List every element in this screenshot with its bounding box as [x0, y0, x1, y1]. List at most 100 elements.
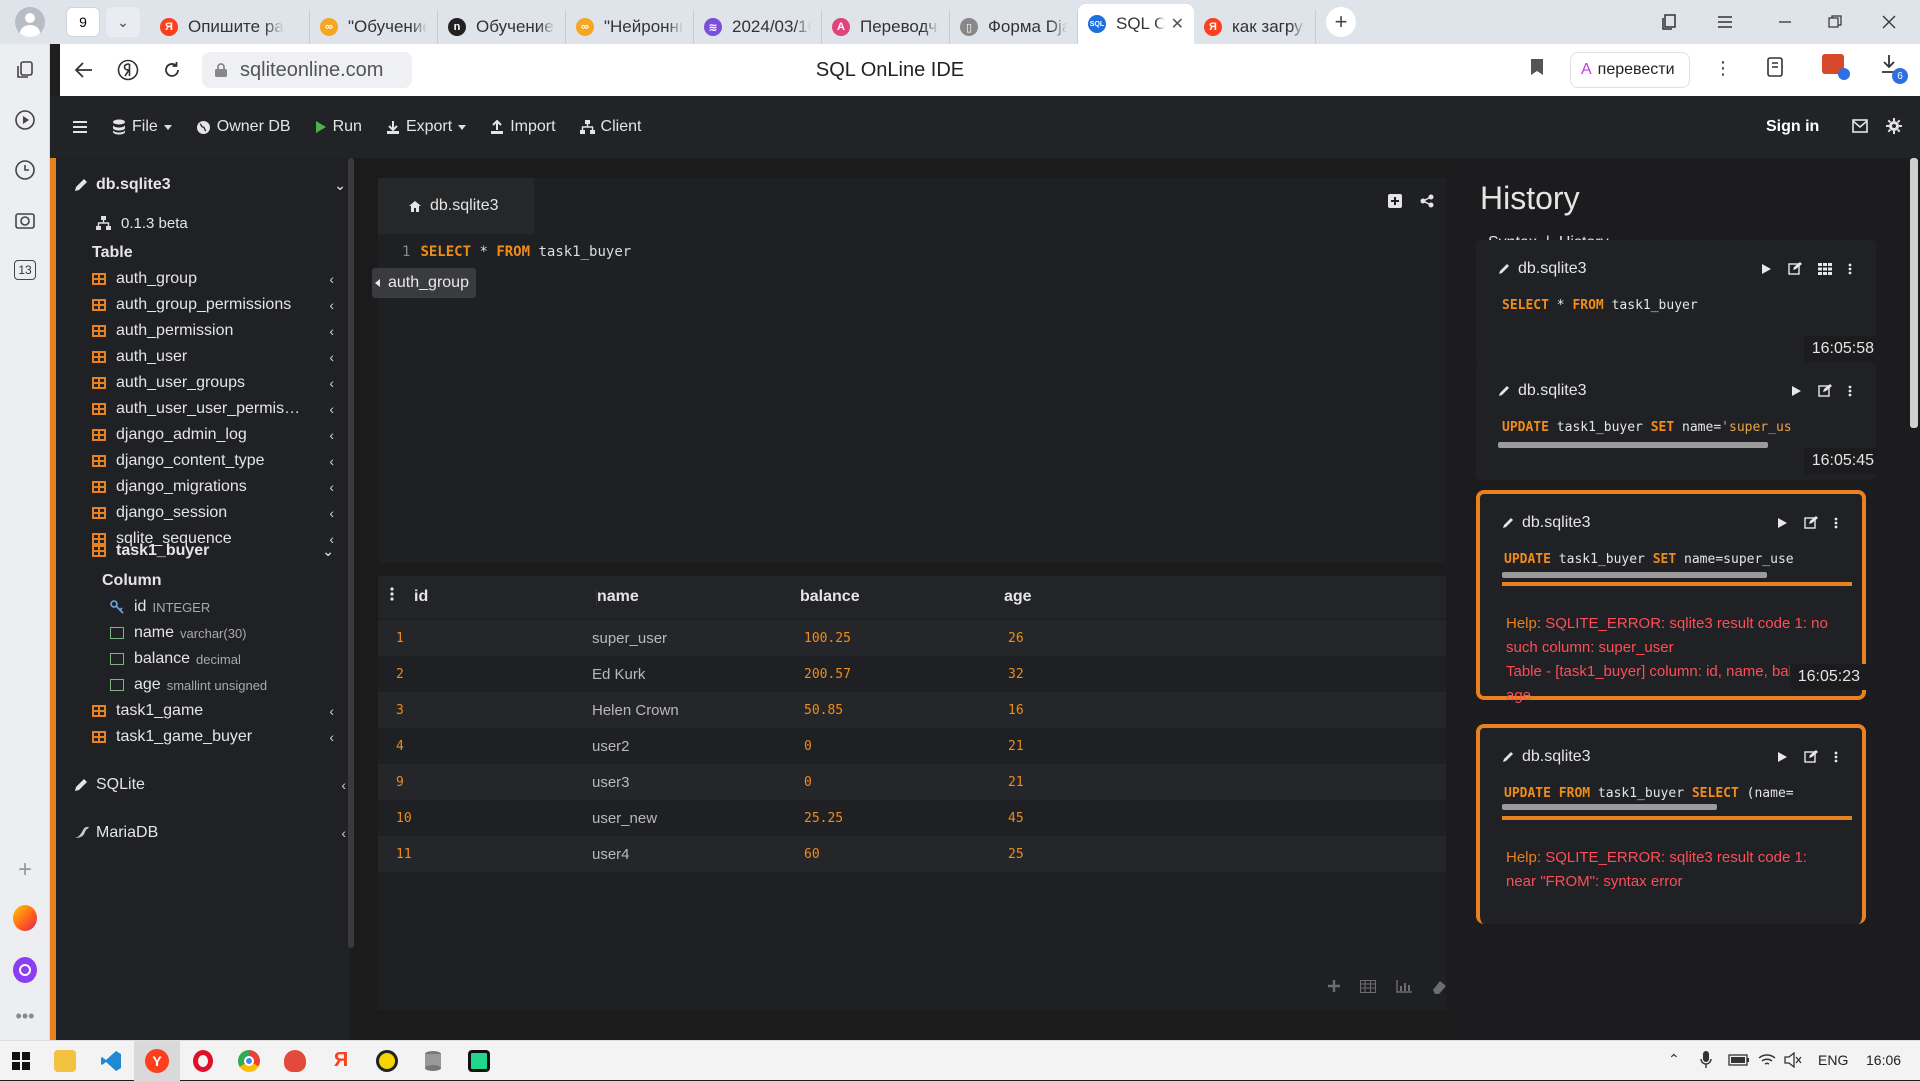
cell-age[interactable]: 16	[1008, 703, 1024, 718]
collections-button[interactable]	[1646, 0, 1692, 44]
browser-tab[interactable]: ∞ "Нейронные	[566, 10, 694, 44]
wifi-tray-icon[interactable]	[1758, 1052, 1776, 1068]
cell-age[interactable]: 25	[1008, 847, 1024, 862]
table-row[interactable]: 9 user3 0 21	[378, 764, 1458, 800]
tray-expand-button[interactable]: ⌃	[1668, 1051, 1680, 1068]
import-button[interactable]: Import	[490, 107, 556, 147]
clock[interactable]: 16:06	[1866, 1052, 1901, 1068]
cell-age[interactable]: 21	[1008, 775, 1024, 790]
browser-tab[interactable]: Я Опишите ра	[150, 10, 310, 44]
back-button[interactable]	[64, 50, 104, 90]
run-again-button[interactable]	[1777, 517, 1788, 529]
cell-id[interactable]: 11	[396, 847, 412, 862]
cell-balance[interactable]: 60	[804, 847, 820, 862]
tab-list-dropdown[interactable]: ⌄	[106, 7, 140, 37]
menu-toggle-button[interactable]	[72, 107, 88, 147]
language-indicator[interactable]: ENG	[1818, 1052, 1848, 1068]
mic-tray-icon[interactable]	[1700, 1051, 1712, 1069]
table-row[interactable]: 1 super_user 100.25 26	[378, 620, 1458, 656]
edit-query-button[interactable]	[1804, 516, 1818, 529]
cell-age[interactable]: 45	[1008, 811, 1024, 826]
table-row[interactable]: task1_game_buyer ‹	[92, 722, 382, 752]
cell-balance[interactable]: 200.57	[804, 667, 851, 682]
add-tab-button[interactable]	[1388, 194, 1402, 208]
cell-balance[interactable]: 25.25	[804, 811, 843, 826]
autocomplete-tooltip[interactable]: auth_group	[372, 268, 476, 298]
screenshot-sidebar-button[interactable]	[13, 208, 37, 232]
cell-age[interactable]: 21	[1008, 739, 1024, 754]
edit-query-button[interactable]	[1818, 384, 1832, 397]
query-scroll-bar[interactable]	[1502, 572, 1767, 578]
code-line[interactable]: 1 SELECT * FROM task1_buyer	[402, 244, 631, 260]
collections-sidebar-button[interactable]	[13, 58, 37, 82]
run-again-button[interactable]	[1791, 385, 1802, 397]
more-options-button[interactable]: ⋮	[1714, 58, 1732, 79]
explorer-taskbar-button[interactable]	[42, 1041, 88, 1081]
table-view-button[interactable]	[1360, 980, 1376, 994]
column-header-name[interactable]: name	[596, 588, 639, 606]
browser-tab[interactable]: A Переводчик	[822, 10, 950, 44]
cell-name[interactable]: user3	[592, 774, 630, 791]
owner-db-button[interactable]: Owner DB	[196, 107, 291, 147]
close-window-button[interactable]	[1866, 0, 1912, 44]
paint-taskbar-button[interactable]	[272, 1041, 318, 1081]
cell-name[interactable]: user_new	[592, 810, 657, 827]
history-more-button[interactable]	[1834, 517, 1838, 529]
app-yellow-taskbar-button[interactable]	[364, 1041, 410, 1081]
schema-scrollbar[interactable]	[348, 158, 354, 948]
tab-count-button[interactable]: 9	[66, 7, 100, 37]
browser-tab[interactable]: ≋ 2024/03/16 0	[694, 10, 822, 44]
db-header[interactable]: db.sqlite3 ⌄	[74, 170, 364, 200]
battery-tray-icon[interactable]	[1728, 1053, 1750, 1067]
history-sidebar-button[interactable]	[13, 158, 37, 182]
opera-taskbar-button[interactable]	[180, 1041, 226, 1081]
yandex-red-taskbar-button[interactable]: Я	[318, 1041, 364, 1081]
reload-button[interactable]	[152, 50, 192, 90]
yandex-button[interactable]	[108, 50, 148, 90]
cell-name[interactable]: Helen Crown	[592, 702, 679, 719]
table-row[interactable]: 11 user4 60 25	[378, 836, 1458, 872]
database-taskbar-button[interactable]	[410, 1041, 456, 1081]
run-button[interactable]: Run	[315, 107, 362, 147]
run-again-button[interactable]	[1777, 751, 1788, 763]
edit-query-button[interactable]	[1804, 750, 1818, 763]
show-result-button[interactable]	[1818, 262, 1832, 275]
chrome-taskbar-button[interactable]	[226, 1041, 272, 1081]
query-scroll-bar[interactable]	[1502, 804, 1717, 810]
browser-tab[interactable]: ∞ "Обучение с	[310, 10, 438, 44]
expanded-table-row[interactable]: task1_buyer ⌄	[92, 536, 382, 566]
file-menu[interactable]: File	[112, 107, 172, 147]
add-row-button[interactable]	[1328, 980, 1340, 994]
client-button[interactable]: Client	[579, 107, 641, 147]
menu-button[interactable]	[1702, 0, 1748, 44]
extension-button[interactable]	[1822, 54, 1850, 80]
close-tab-icon[interactable]: ✕	[1171, 14, 1184, 34]
table-row[interactable]: 4 user2 0 21	[378, 728, 1458, 764]
cell-name[interactable]: user4	[592, 846, 630, 863]
browser-tab[interactable]: ▯ Форма Djang	[950, 10, 1078, 44]
cell-name[interactable]: Ed Kurk	[592, 666, 645, 683]
column-menu-button[interactable]	[390, 587, 394, 601]
pycharm-taskbar-button[interactable]	[456, 1041, 502, 1081]
settings-button[interactable]	[1886, 118, 1902, 134]
column-header-balance[interactable]: balance	[800, 588, 860, 606]
sqlite-section[interactable]: SQLite ‹	[74, 770, 364, 800]
volume-tray-icon[interactable]	[1784, 1052, 1802, 1068]
minimize-button[interactable]	[1762, 0, 1808, 44]
editor-tab[interactable]: db.sqlite3	[378, 178, 534, 234]
clear-button[interactable]	[1432, 980, 1446, 994]
history-card[interactable]: db.sqlite3 SELECT * FROM task1_buyer 16:05…	[1476, 240, 1882, 364]
cell-id[interactable]: 3	[396, 703, 404, 718]
cell-id[interactable]: 10	[396, 811, 412, 826]
chart-view-button[interactable]	[1396, 980, 1412, 994]
query-scroll-bar[interactable]	[1498, 442, 1768, 448]
column-header-id[interactable]: id	[414, 588, 428, 606]
cell-id[interactable]: 2	[396, 667, 404, 682]
table-row[interactable]: 2 Ed Kurk 200.57 32	[378, 656, 1458, 692]
vscode-taskbar-button[interactable]	[88, 1041, 134, 1081]
start-button[interactable]	[0, 1041, 42, 1081]
cell-name[interactable]: super_user	[592, 630, 667, 647]
table-row[interactable]: 10 user_new 25.25 45	[378, 800, 1458, 836]
alice-sidebar-button[interactable]	[13, 957, 37, 983]
share-button[interactable]	[1420, 194, 1434, 208]
